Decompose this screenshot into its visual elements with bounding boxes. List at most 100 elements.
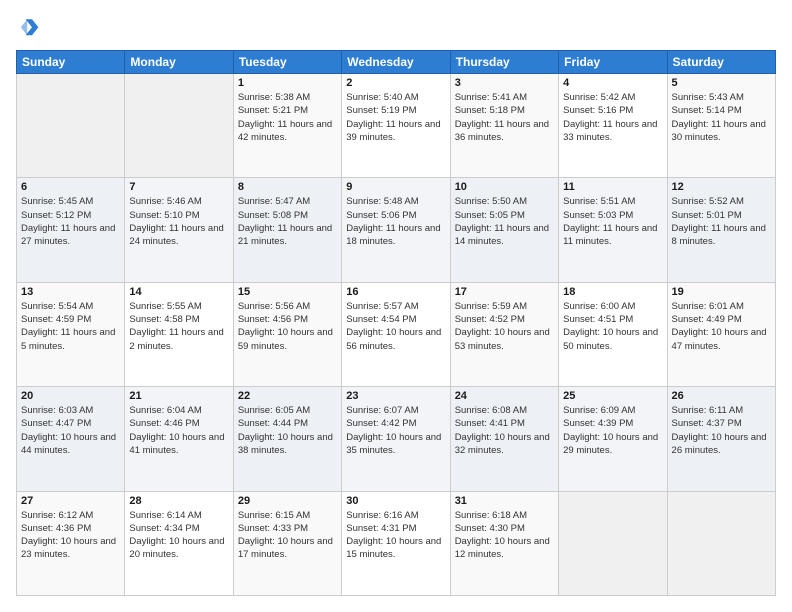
- day-number: 11: [563, 181, 662, 193]
- day-info: Sunrise: 5:43 AM Sunset: 5:14 PM Dayligh…: [672, 91, 771, 144]
- day-number: 27: [21, 495, 120, 507]
- calendar-day-cell: 2 Sunrise: 5:40 AM Sunset: 5:19 PM Daylig…: [342, 74, 450, 178]
- day-info: Sunrise: 5:42 AM Sunset: 5:16 PM Dayligh…: [563, 91, 662, 144]
- day-info: Sunrise: 5:48 AM Sunset: 5:06 PM Dayligh…: [346, 195, 445, 248]
- day-info: Sunrise: 5:47 AM Sunset: 5:08 PM Dayligh…: [238, 195, 337, 248]
- day-info: Sunrise: 6:15 AM Sunset: 4:33 PM Dayligh…: [238, 509, 337, 562]
- header-friday: Friday: [559, 51, 667, 74]
- day-number: 18: [563, 286, 662, 298]
- day-info: Sunrise: 6:18 AM Sunset: 4:30 PM Dayligh…: [455, 509, 554, 562]
- day-info: Sunrise: 5:45 AM Sunset: 5:12 PM Dayligh…: [21, 195, 120, 248]
- calendar-day-cell: 16 Sunrise: 5:57 AM Sunset: 4:54 PM Dayli…: [342, 282, 450, 386]
- day-number: 20: [21, 390, 120, 402]
- calendar-week-row: 27Sunrise: 6:12 AM Sunset: 4:36 PM Dayli…: [17, 491, 776, 595]
- day-info: Sunrise: 5:50 AM Sunset: 5:05 PM Dayligh…: [455, 195, 554, 248]
- calendar-day-cell: 9Sunrise: 5:48 AM Sunset: 5:06 PM Daylig…: [342, 178, 450, 282]
- day-number: 23: [346, 390, 445, 402]
- day-info: Sunrise: 6:00 AM Sunset: 4:51 PM Dayligh…: [563, 300, 662, 353]
- day-number: 6: [21, 181, 120, 193]
- day-number: 12: [672, 181, 771, 193]
- calendar-day-cell: 11 Sunrise: 5:51 AM Sunset: 5:03 PM Dayli…: [559, 178, 667, 282]
- day-number: 5: [672, 77, 771, 89]
- day-number: 15: [238, 286, 337, 298]
- day-number: 29: [238, 495, 337, 507]
- calendar-day-cell: 30 Sunrise: 6:16 AM Sunset: 4:31 PM Dayli…: [342, 491, 450, 595]
- day-number: 25: [563, 390, 662, 402]
- calendar-day-cell: 4 Sunrise: 5:42 AM Sunset: 5:16 PM Daylig…: [559, 74, 667, 178]
- day-number: 30: [346, 495, 445, 507]
- day-number: 16: [346, 286, 445, 298]
- logo: [16, 16, 42, 40]
- logo-icon: [16, 16, 40, 40]
- day-number: 2: [346, 77, 445, 89]
- day-number: 1: [238, 77, 337, 89]
- calendar-day-cell: 12 Sunrise: 5:52 AM Sunset: 5:01 PM Dayli…: [667, 178, 775, 282]
- day-info: Sunrise: 5:41 AM Sunset: 5:18 PM Dayligh…: [455, 91, 554, 144]
- day-info: Sunrise: 6:11 AM Sunset: 4:37 PM Dayligh…: [672, 404, 771, 457]
- calendar-day-cell: [559, 491, 667, 595]
- calendar-day-cell: 24 Sunrise: 6:08 AM Sunset: 4:41 PM Dayli…: [450, 387, 558, 491]
- day-info: Sunrise: 6:09 AM Sunset: 4:39 PM Dayligh…: [563, 404, 662, 457]
- calendar-day-cell: 28 Sunrise: 6:14 AM Sunset: 4:34 PM Dayli…: [125, 491, 233, 595]
- day-number: 19: [672, 286, 771, 298]
- day-info: Sunrise: 6:01 AM Sunset: 4:49 PM Dayligh…: [672, 300, 771, 353]
- calendar-day-cell: 14Sunrise: 5:55 AM Sunset: 4:58 PM Dayli…: [125, 282, 233, 386]
- calendar-day-cell: 17Sunrise: 5:59 AM Sunset: 4:52 PM Dayli…: [450, 282, 558, 386]
- day-info: Sunrise: 6:16 AM Sunset: 4:31 PM Dayligh…: [346, 509, 445, 562]
- day-info: Sunrise: 6:07 AM Sunset: 4:42 PM Dayligh…: [346, 404, 445, 457]
- header-sunday: Sunday: [17, 51, 125, 74]
- day-number: 26: [672, 390, 771, 402]
- calendar-day-cell: 29 Sunrise: 6:15 AM Sunset: 4:33 PM Dayli…: [233, 491, 341, 595]
- day-number: 22: [238, 390, 337, 402]
- calendar-day-cell: 31 Sunrise: 6:18 AM Sunset: 4:30 PM Dayli…: [450, 491, 558, 595]
- day-info: Sunrise: 5:54 AM Sunset: 4:59 PM Dayligh…: [21, 300, 120, 353]
- calendar-day-cell: 18 Sunrise: 6:00 AM Sunset: 4:51 PM Dayli…: [559, 282, 667, 386]
- day-info: Sunrise: 5:57 AM Sunset: 4:54 PM Dayligh…: [346, 300, 445, 353]
- day-number: 10: [455, 181, 554, 193]
- day-number: 3: [455, 77, 554, 89]
- calendar-day-cell: 10 Sunrise: 5:50 AM Sunset: 5:05 PM Dayli…: [450, 178, 558, 282]
- calendar-day-cell: 20 Sunrise: 6:03 AM Sunset: 4:47 PM Dayli…: [17, 387, 125, 491]
- calendar-day-cell: 21 Sunrise: 6:04 AM Sunset: 4:46 PM Dayli…: [125, 387, 233, 491]
- calendar-day-cell: 1 Sunrise: 5:38 AM Sunset: 5:21 PM Daylig…: [233, 74, 341, 178]
- calendar-day-cell: 22Sunrise: 6:05 AM Sunset: 4:44 PM Dayli…: [233, 387, 341, 491]
- day-number: 28: [129, 495, 228, 507]
- day-number: 21: [129, 390, 228, 402]
- day-number: 4: [563, 77, 662, 89]
- day-info: Sunrise: 6:04 AM Sunset: 4:46 PM Dayligh…: [129, 404, 228, 457]
- day-info: Sunrise: 5:46 AM Sunset: 5:10 PM Dayligh…: [129, 195, 228, 248]
- calendar-day-cell: 13 Sunrise: 5:54 AM Sunset: 4:59 PM Dayli…: [17, 282, 125, 386]
- calendar-week-row: 20 Sunrise: 6:03 AM Sunset: 4:47 PM Dayli…: [17, 387, 776, 491]
- day-number: 24: [455, 390, 554, 402]
- day-info: Sunrise: 6:08 AM Sunset: 4:41 PM Dayligh…: [455, 404, 554, 457]
- day-info: Sunrise: 5:38 AM Sunset: 5:21 PM Dayligh…: [238, 91, 337, 144]
- calendar-day-cell: 6 Sunrise: 5:45 AM Sunset: 5:12 PM Daylig…: [17, 178, 125, 282]
- calendar-day-cell: [125, 74, 233, 178]
- day-number: 13: [21, 286, 120, 298]
- calendar-day-cell: 23 Sunrise: 6:07 AM Sunset: 4:42 PM Dayli…: [342, 387, 450, 491]
- day-info: Sunrise: 6:03 AM Sunset: 4:47 PM Dayligh…: [21, 404, 120, 457]
- page: Sunday Monday Tuesday Wednesday Thursday…: [0, 0, 792, 612]
- calendar-day-cell: 27Sunrise: 6:12 AM Sunset: 4:36 PM Dayli…: [17, 491, 125, 595]
- header-monday: Monday: [125, 51, 233, 74]
- header-saturday: Saturday: [667, 51, 775, 74]
- calendar-day-cell: 5 Sunrise: 5:43 AM Sunset: 5:14 PM Daylig…: [667, 74, 775, 178]
- day-info: Sunrise: 5:40 AM Sunset: 5:19 PM Dayligh…: [346, 91, 445, 144]
- header-thursday: Thursday: [450, 51, 558, 74]
- day-number: 14: [129, 286, 228, 298]
- header-tuesday: Tuesday: [233, 51, 341, 74]
- calendar-header-row: Sunday Monday Tuesday Wednesday Thursday…: [17, 51, 776, 74]
- day-number: 17: [455, 286, 554, 298]
- day-info: Sunrise: 6:14 AM Sunset: 4:34 PM Dayligh…: [129, 509, 228, 562]
- day-number: 31: [455, 495, 554, 507]
- calendar-day-cell: 3 Sunrise: 5:41 AM Sunset: 5:18 PM Daylig…: [450, 74, 558, 178]
- day-info: Sunrise: 5:51 AM Sunset: 5:03 PM Dayligh…: [563, 195, 662, 248]
- calendar-day-cell: 25 Sunrise: 6:09 AM Sunset: 4:39 PM Dayli…: [559, 387, 667, 491]
- calendar-day-cell: [17, 74, 125, 178]
- header-wednesday: Wednesday: [342, 51, 450, 74]
- day-number: 7: [129, 181, 228, 193]
- day-number: 8: [238, 181, 337, 193]
- calendar-week-row: 6 Sunrise: 5:45 AM Sunset: 5:12 PM Daylig…: [17, 178, 776, 282]
- day-info: Sunrise: 5:52 AM Sunset: 5:01 PM Dayligh…: [672, 195, 771, 248]
- calendar-day-cell: 19 Sunrise: 6:01 AM Sunset: 4:49 PM Dayli…: [667, 282, 775, 386]
